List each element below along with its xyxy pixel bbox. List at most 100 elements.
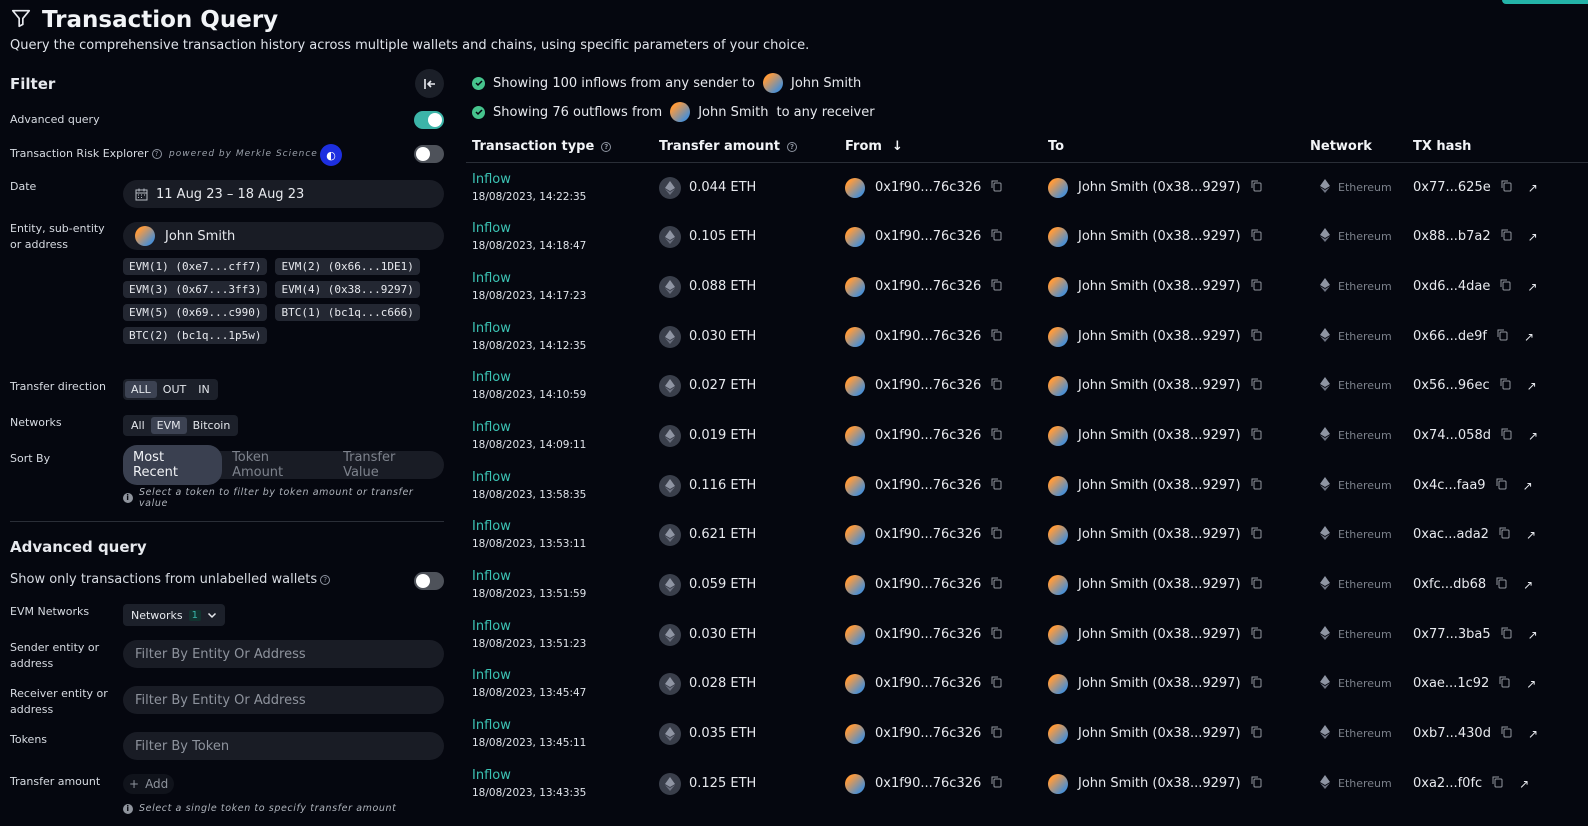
network-option-evm[interactable]: EVM [150,417,187,434]
tx-hash[interactable]: 0xfc...db68 [1413,577,1486,592]
copy-icon[interactable] [1501,726,1512,742]
tx-hash[interactable]: 0x77...625e [1413,180,1491,195]
from-address[interactable]: 0x1f90...76c326 [875,180,981,195]
tx-hash[interactable]: 0x56...96ec [1413,378,1490,393]
to-address[interactable]: John Smith (0x38...9297) [1078,627,1241,642]
copy-icon[interactable] [1251,627,1262,643]
sender-input[interactable]: Filter By Entity Or Address [123,640,444,668]
copy-icon[interactable] [991,279,1002,295]
table-row[interactable]: Inflow 18/08/2023, 14:17:23 0.088 ETH 0x1f9… [466,262,1588,311]
to-address[interactable]: John Smith (0x38...9297) [1078,726,1241,741]
copy-icon[interactable] [1501,428,1512,444]
sort-down-arrow-icon[interactable]: ↓ [892,139,903,154]
unlabelled-wallets-toggle[interactable] [414,572,444,590]
info-icon[interactable]: ? [151,149,162,159]
copy-icon[interactable] [1251,428,1262,444]
advanced-query-toggle[interactable] [414,111,444,129]
table-row[interactable]: Inflow 18/08/2023, 13:51:59 0.059 ETH 0x1f9… [466,560,1588,609]
table-row[interactable]: Inflow 18/08/2023, 14:22:35 0.044 ETH 0x1f9… [466,163,1588,212]
header-from[interactable]: From ↓ [845,139,903,154]
header-network[interactable]: Network [1310,139,1372,154]
copy-icon[interactable] [991,776,1002,792]
tx-hash[interactable]: 0xae...1c92 [1413,676,1489,691]
copy-icon[interactable] [1251,279,1262,295]
direction-option-all[interactable]: ALL [125,381,157,398]
entity-field[interactable]: John Smith [123,222,444,250]
network-option-all[interactable]: All [125,417,151,434]
copy-icon[interactable] [1501,627,1512,643]
external-link-icon[interactable]: ↗ [1528,181,1538,195]
copy-icon[interactable] [991,329,1002,345]
wallet-chip[interactable]: EVM(2) (0x66...1DE1) [275,258,420,275]
to-address[interactable]: John Smith (0x38...9297) [1078,279,1241,294]
wallet-chip[interactable]: EVM(3) (0x67...3ff3) [123,281,268,298]
table-row[interactable]: Inflow 18/08/2023, 14:18:47 0.105 ETH 0x1f9… [466,212,1588,261]
tx-hash[interactable]: 0x74...058d [1413,428,1491,443]
copy-icon[interactable] [1497,329,1508,345]
top-accent-bar[interactable] [1502,0,1588,4]
table-row[interactable]: Inflow 18/08/2023, 13:51:23 0.030 ETH 0x1f9… [466,610,1588,659]
tx-hash[interactable]: 0xd6...4dae [1413,279,1490,294]
tx-hash[interactable]: 0xac...ada2 [1413,527,1489,542]
wallet-chip[interactable]: EVM(5) (0x69...c990) [123,304,268,321]
sort-option-most-recent[interactable]: Most Recent [123,445,223,485]
copy-icon[interactable] [1492,776,1503,792]
from-address[interactable]: 0x1f90...76c326 [875,776,981,791]
tx-hash[interactable]: 0x4c...faa9 [1413,478,1486,493]
risk-explorer-toggle[interactable] [414,145,444,163]
to-address[interactable]: John Smith (0x38...9297) [1078,527,1241,542]
network-option-bitcoin[interactable]: Bitcoin [187,417,237,434]
header-tx-hash[interactable]: TX hash [1413,139,1471,154]
table-row[interactable]: Inflow 18/08/2023, 13:45:11 0.035 ETH 0x1f9… [466,709,1588,758]
tx-hash[interactable]: 0x66...de9f [1413,329,1487,344]
from-address[interactable]: 0x1f90...76c326 [875,676,981,691]
table-row[interactable]: Inflow 18/08/2023, 14:09:11 0.019 ETH 0x1f9… [466,411,1588,460]
external-link-icon[interactable]: ↗ [1526,677,1536,691]
to-address[interactable]: John Smith (0x38...9297) [1078,180,1241,195]
to-address[interactable]: John Smith (0x38...9297) [1078,428,1241,443]
collapse-panel-button[interactable] [415,69,444,98]
add-amount-button[interactable]: + Add [123,774,175,794]
copy-icon[interactable] [991,676,1002,692]
copy-icon[interactable] [1251,776,1262,792]
external-link-icon[interactable]: ↗ [1519,777,1529,791]
wallet-chip[interactable]: BTC(2) (bc1q...1p5w) [123,327,268,344]
copy-icon[interactable] [1499,676,1510,692]
copy-icon[interactable] [1500,279,1511,295]
external-link-icon[interactable]: ↗ [1528,429,1538,443]
sort-option-token-amount[interactable]: Token Amount [222,445,333,485]
copy-icon[interactable] [1251,180,1262,196]
copy-icon[interactable] [1251,676,1262,692]
external-link-icon[interactable]: ↗ [1524,330,1534,344]
to-address[interactable]: John Smith (0x38...9297) [1078,229,1241,244]
wallet-chip[interactable]: EVM(4) (0x38...9297) [275,281,420,298]
from-address[interactable]: 0x1f90...76c326 [875,627,981,642]
copy-icon[interactable] [1496,577,1507,593]
to-address[interactable]: John Smith (0x38...9297) [1078,478,1241,493]
table-row[interactable]: Inflow 18/08/2023, 13:58:35 0.116 ETH 0x1f9… [466,461,1588,510]
from-address[interactable]: 0x1f90...76c326 [875,577,981,592]
table-row[interactable]: Inflow 18/08/2023, 13:53:11 0.621 ETH 0x1f9… [466,510,1588,559]
tx-hash[interactable]: 0xa2...f0fc [1413,776,1482,791]
from-address[interactable]: 0x1f90...76c326 [875,279,981,294]
header-transfer-amount[interactable]: Transfer amount? [659,139,797,154]
wallet-chip[interactable]: BTC(1) (bc1q...c666) [275,304,420,321]
copy-icon[interactable] [991,378,1002,394]
external-link-icon[interactable]: ↗ [1528,628,1538,642]
from-address[interactable]: 0x1f90...76c326 [875,478,981,493]
to-address[interactable]: John Smith (0x38...9297) [1078,329,1241,344]
info-icon[interactable]: ? [320,575,331,585]
from-address[interactable]: 0x1f90...76c326 [875,428,981,443]
copy-icon[interactable] [991,478,1002,494]
copy-icon[interactable] [1251,329,1262,345]
copy-icon[interactable] [991,428,1002,444]
tx-hash[interactable]: 0x77...3ba5 [1413,627,1491,642]
info-icon[interactable]: ? [601,141,612,152]
copy-icon[interactable] [991,726,1002,742]
to-address[interactable]: John Smith (0x38...9297) [1078,378,1241,393]
to-address[interactable]: John Smith (0x38...9297) [1078,676,1241,691]
external-link-icon[interactable]: ↗ [1526,528,1536,542]
tx-hash[interactable]: 0xb7...430d [1413,726,1491,741]
copy-icon[interactable] [991,180,1002,196]
date-range-field[interactable]: 11 Aug 23 – 18 Aug 23 [123,180,444,208]
